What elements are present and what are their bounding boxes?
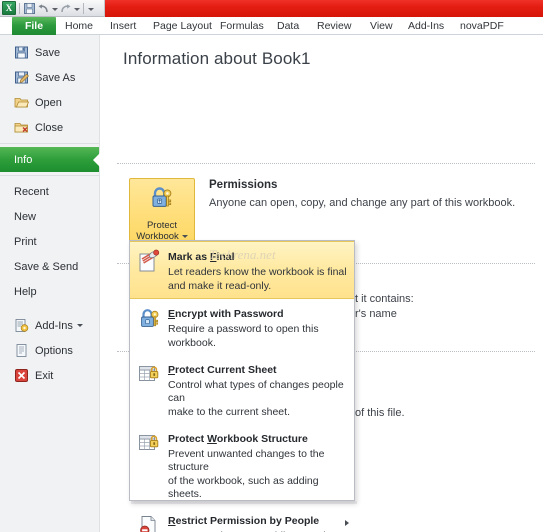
sidebar-item-label: Open	[35, 96, 62, 109]
menu-item-description-line2: make to the current sheet.	[168, 406, 290, 418]
tab-file[interactable]: File	[12, 17, 56, 35]
customize-quick-access-toolbar-icon[interactable]	[87, 2, 94, 15]
sidebar-item-save-as[interactable]: Save As	[0, 65, 99, 90]
sidebar-item-label: Save & Send	[14, 260, 79, 273]
sidebar-item-exit[interactable]: Exit	[0, 363, 99, 388]
sidebar-item-label: Close	[35, 121, 64, 134]
protect-workbook-button[interactable]: Protect Workbook	[129, 178, 195, 244]
menu-item-description-line1: Require a password to open this	[168, 323, 319, 335]
sidebar-item-label: Recent	[14, 185, 49, 198]
sidebar-item-label: Print	[14, 235, 37, 248]
tab-novapdf[interactable]: novaPDF	[453, 17, 511, 35]
title-bar: X	[0, 0, 543, 17]
add-ins-icon	[14, 318, 29, 333]
sidebar-item-info[interactable]: Info	[0, 147, 100, 172]
menu-item-mark-as-final[interactable]: Mark as Final Let readers know the workb…	[130, 241, 354, 299]
page-title: Information about Book1	[123, 49, 311, 68]
protect-workbook-structure-icon	[136, 429, 164, 457]
tab-view[interactable]: View	[363, 17, 400, 35]
sidebar-item-new[interactable]: New	[0, 204, 99, 229]
sidebar-divider-2	[0, 175, 99, 176]
tab-home[interactable]: Home	[58, 17, 100, 35]
tab-page-layout[interactable]: Page Layout	[146, 17, 219, 35]
undo-dropdown-icon[interactable]	[51, 2, 58, 15]
sidebar-item-help[interactable]: Help	[0, 279, 99, 304]
menu-item-title: Restrict Permission by People	[168, 515, 320, 527]
save-as-icon	[14, 70, 29, 85]
sidebar-item-add-ins[interactable]: Add-Ins	[0, 313, 99, 338]
sidebar-item-label: Save	[35, 46, 61, 59]
permissions-description: Anyone can open, copy, and change any pa…	[209, 197, 516, 209]
encrypt-with-password-icon	[136, 304, 164, 332]
sidebar-item-close[interactable]: Close	[0, 115, 99, 140]
protect-sheet-icon	[136, 360, 164, 388]
sidebar-item-label: New	[14, 210, 37, 223]
menu-item-title: Protect Current Sheet	[168, 364, 277, 376]
sidebar-item-label: Add-Ins	[35, 319, 73, 332]
menu-item-description-line2: and make it read-only.	[168, 280, 272, 292]
close-folder-icon	[14, 120, 29, 135]
menu-item-encrypt-with-password[interactable]: Encrypt with Password Require a password…	[130, 299, 354, 355]
qat-divider-1	[19, 2, 20, 14]
ribbon-tab-strip: File Home Insert Page Layout Formulas Da…	[0, 17, 543, 35]
submenu-arrow-icon[interactable]	[345, 520, 349, 526]
sidebar-item-label: Help	[14, 285, 37, 298]
chevron-down-icon[interactable]	[76, 324, 83, 327]
sidebar-item-print[interactable]: Print	[0, 229, 99, 254]
menu-item-description-line2: workbook.	[168, 337, 216, 349]
menu-item-title: Protect Workbook Structure	[168, 433, 308, 445]
exit-icon	[14, 368, 29, 383]
mark-as-final-icon	[136, 247, 164, 275]
save-icon[interactable]	[23, 2, 36, 15]
permissions-heading: Permissions	[209, 179, 278, 191]
sidebar-item-open[interactable]: Open	[0, 90, 99, 115]
menu-item-description-line1: Let readers know the workbook is final	[168, 266, 347, 278]
excel-backstage-window: X File Home Insert Page Layout Formulas …	[0, 0, 543, 532]
menu-item-title: Mark as Final	[168, 251, 235, 263]
sidebar-item-label: Info	[14, 153, 33, 166]
protect-workbook-label-line1: Protect	[146, 220, 178, 231]
menu-item-description-line1: Control what types of changes people can	[168, 379, 344, 404]
menu-item-restrict-permission-by-people[interactable]: Restrict Permission by People Grant peop…	[130, 506, 354, 532]
excel-app-icon[interactable]: X	[2, 1, 16, 15]
menu-item-description-line1: Prevent unwanted changes to the structur…	[168, 448, 325, 473]
menu-item-protect-workbook-structure[interactable]: Protect Workbook Structure Prevent unwan…	[130, 424, 354, 506]
quick-access-toolbar: X	[0, 0, 105, 17]
tab-formulas[interactable]: Formulas	[213, 17, 271, 35]
sidebar-item-recent[interactable]: Recent	[0, 179, 99, 204]
sidebar-item-save[interactable]: Save	[0, 40, 99, 65]
tab-add-ins[interactable]: Add-Ins	[401, 17, 451, 35]
backstage-sidebar: Save Save As Open Close Info Recent New …	[0, 35, 100, 532]
obscured-text-line-2: r's name	[355, 308, 397, 320]
menu-item-description-line2: of the workbook, such as adding sheets.	[168, 475, 319, 500]
protect-workbook-menu: Mark as Final Let readers know the workb…	[129, 240, 355, 532]
menu-item-title: Encrypt with Password	[168, 308, 284, 320]
options-icon	[14, 343, 29, 358]
lock-key-icon	[148, 184, 176, 217]
redo-dropdown-icon[interactable]	[73, 2, 80, 15]
chevron-down-icon[interactable]	[181, 234, 188, 238]
open-folder-icon	[14, 95, 30, 110]
save-icon	[14, 45, 29, 60]
restrict-permission-icon	[136, 511, 164, 532]
menu-item-protect-current-sheet[interactable]: Protect Current Sheet Control what types…	[130, 355, 354, 424]
obscured-text-line-1: t it contains:	[355, 293, 414, 305]
tab-insert[interactable]: Insert	[103, 17, 143, 35]
qat-divider-2	[83, 2, 84, 14]
sidebar-item-save-and-send[interactable]: Save & Send	[0, 254, 99, 279]
sidebar-item-label: Exit	[35, 369, 54, 382]
undo-icon[interactable]	[37, 2, 50, 15]
tab-review[interactable]: Review	[310, 17, 358, 35]
obscured-text-line-3: of this file.	[355, 407, 405, 419]
redo-icon[interactable]	[59, 2, 72, 15]
sidebar-item-label: Save As	[35, 71, 76, 84]
sidebar-divider-1	[0, 143, 99, 144]
sidebar-item-label: Options	[35, 344, 73, 357]
content-divider-1	[117, 163, 535, 164]
tab-data[interactable]: Data	[270, 17, 306, 35]
sidebar-item-options[interactable]: Options	[0, 338, 99, 363]
